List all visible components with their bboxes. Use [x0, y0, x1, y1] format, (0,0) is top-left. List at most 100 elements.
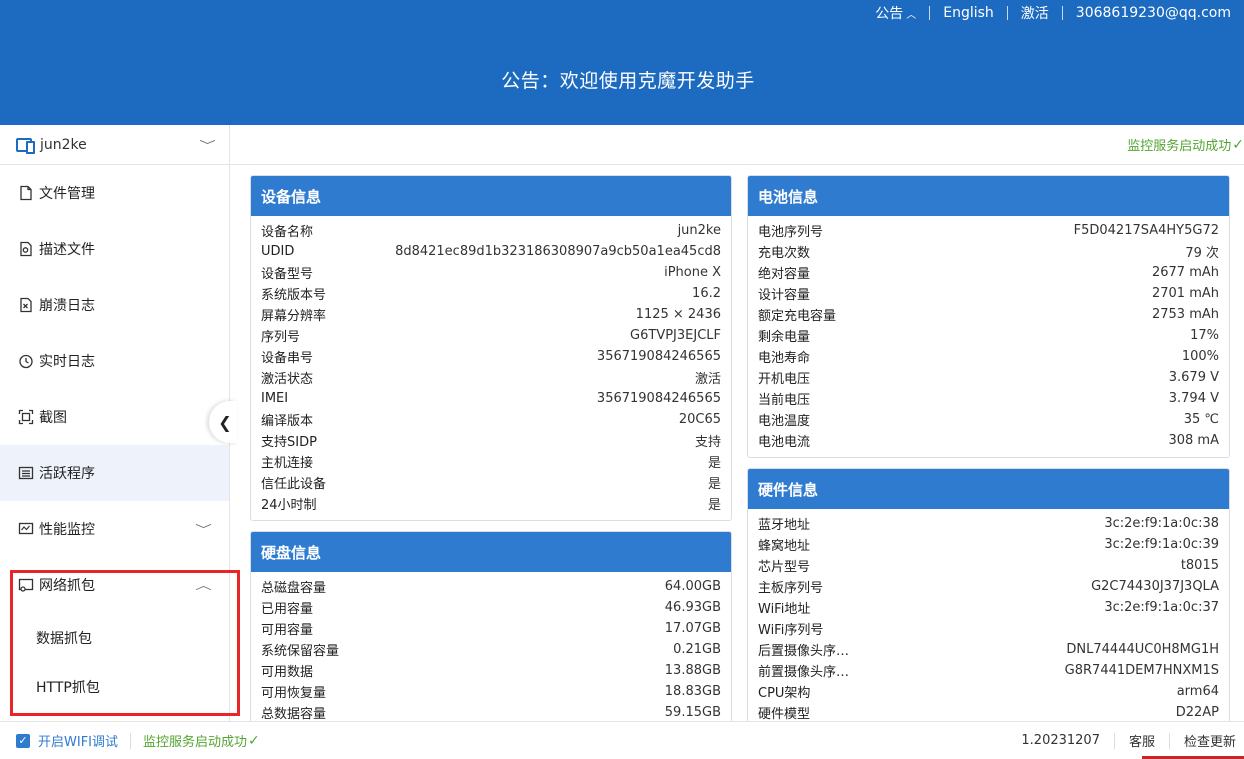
footer-bar: ✓ 开启WIFI调试 监控服务启动成功 ✓ 1.20231207 客服 检查更新 [0, 721, 1244, 759]
devices-icon [16, 137, 35, 154]
check-update-link[interactable]: 检查更新 [1184, 731, 1236, 750]
info-row: 绝对容量 2677 mAh [758, 262, 1219, 283]
info-key: 绝对容量 [758, 267, 811, 282]
info-value: 59.15GB [664, 705, 721, 720]
sidebar-item-label: 活跃程序 [39, 466, 95, 482]
info-value: 激活 [694, 372, 721, 387]
battery-info-panel: 电池信息 电池序列号 F5D04217SA4HY5G72 充电次数 79 次绝对容量 2… [747, 175, 1230, 458]
footer-divider [130, 732, 131, 749]
language-link[interactable]: English [930, 5, 1007, 21]
service-status: 监控服务启动成功 [1127, 139, 1232, 154]
info-value: 是 [707, 477, 721, 492]
main-content: 监控服务启动成功 ✓ 设备信息 设备名称 jun2ke UDID 8d8421ec89… [230, 125, 1244, 731]
top-header: 公告 ︿ English 激活 3068619230@qq.com 公告：欢迎使用… [0, 0, 1244, 125]
sidebar-subitem-data-capture[interactable]: 数据抓包 [0, 613, 229, 662]
info-row: 充电次数 79 次 [758, 241, 1219, 262]
info-row: WiFi地址 3c:2e:f9:1a:0c:37 [758, 597, 1219, 618]
info-key: 后置摄像头序… [758, 644, 850, 659]
info-row: 蓝牙地址 3c:2e:f9:1a:0c:38 [758, 513, 1219, 534]
sidebar: jun2ke ﹀ 文件管理 描述文件 崩溃日志 实时日志 截图 活跃程序 性能监… [0, 125, 230, 721]
version-label: 1.20231207 [1021, 733, 1100, 748]
sidebar-item-active-apps[interactable]: 活跃程序 [0, 445, 229, 501]
info-row: 24小时制 是 [261, 493, 721, 514]
battery-info-rows: 电池序列号 F5D04217SA4HY5G72 充电次数 79 次绝对容量 2677 m… [748, 216, 1229, 451]
info-row: 芯片型号 t8015 [758, 555, 1219, 576]
clock-icon [18, 353, 34, 369]
chevron-left-icon: ❮ [218, 412, 232, 432]
info-value: 356719084246565 [596, 391, 721, 406]
info-value: 1125 × 2436 [635, 307, 721, 322]
info-row: 主机连接 是 [261, 451, 721, 472]
info-key: 序列号 [261, 330, 301, 345]
info-key: CPU架构 [758, 686, 811, 701]
device-info-panel: 设备信息 设备名称 jun2ke UDID 8d8421ec89d1b32318630… [250, 175, 732, 521]
hardware-info-rows: 蓝牙地址 3c:2e:f9:1a:0c:38 蜂窝地址 3c:2e:f9:1a:0c:… [748, 509, 1229, 723]
sidebar-item-network-capture[interactable]: 网络抓包 ︿ [0, 557, 229, 613]
activate-link[interactable]: 激活 [1008, 3, 1062, 23]
footer-right: 1.20231207 客服 检查更新 [1021, 731, 1244, 750]
info-row: 屏幕分辨率 1125 × 2436 [261, 304, 721, 325]
device-selector[interactable]: jun2ke ﹀ [0, 125, 229, 165]
device-info-rows: 设备名称 jun2ke UDID 8d8421ec89d1b323186308907a… [251, 216, 731, 514]
info-key: 24小时制 [261, 498, 317, 513]
chevron-up-icon: ︿ [906, 10, 917, 21]
info-row: 设计容量 2701 mAh [758, 283, 1219, 304]
status-bar: 监控服务启动成功 ✓ [230, 125, 1244, 165]
info-key: 已用容量 [261, 602, 314, 617]
announcement-menu[interactable]: 公告 ︿ [862, 3, 929, 23]
screenshot-icon [18, 409, 34, 425]
info-row: 可用数据 13.88GB [261, 660, 721, 681]
info-value: D22AP [1175, 705, 1219, 720]
info-key: WiFi地址 [758, 602, 811, 617]
info-key: 充电次数 [758, 246, 811, 261]
chevron-down-icon: ﹀ [195, 523, 212, 536]
check-icon: ✓ [1232, 136, 1244, 153]
wifi-debug-label[interactable]: 开启WIFI调试 [38, 731, 118, 750]
info-key: 电池温度 [758, 414, 811, 429]
info-value: arm64 [1176, 684, 1219, 699]
info-row: 主板序列号 G2C74430J37J3QLA [758, 576, 1219, 597]
info-row: IMEI 356719084246565 [261, 388, 721, 409]
info-value: 20C65 [678, 412, 721, 427]
info-key: 信任此设备 [261, 477, 327, 492]
wifi-debug-checkbox[interactable]: ✓ [16, 733, 30, 748]
info-key: IMEI [261, 391, 289, 406]
sidebar-item-performance[interactable]: 性能监控 ﹀ [0, 501, 229, 557]
info-key: 开机电压 [758, 372, 811, 387]
sidebar-item-profiles[interactable]: 描述文件 [0, 221, 229, 277]
support-link[interactable]: 客服 [1129, 731, 1155, 750]
chevron-down-icon: ﹀ [199, 138, 216, 152]
panel-title: 硬盘信息 [251, 532, 731, 572]
disk-info-rows: 总磁盘容量 64.00GB 已用容量 46.93GB 可用容量 17.07GB 系统保留容量… [251, 572, 731, 723]
info-key: 可用容量 [261, 623, 314, 638]
info-key: 电池序列号 [758, 225, 824, 240]
info-key: 主机连接 [261, 456, 314, 471]
info-value: 35 ℃ [1183, 412, 1219, 427]
panel-title: 电池信息 [748, 176, 1229, 216]
sidebar-subitem-http-capture[interactable]: HTTP抓包 [0, 662, 229, 711]
info-row: 蜂窝地址 3c:2e:f9:1a:0c:39 [758, 534, 1219, 555]
info-row: 总磁盘容量 64.00GB [261, 576, 721, 597]
panel-title: 硬件信息 [748, 469, 1229, 509]
info-row: 编译版本 20C65 [261, 409, 721, 430]
info-key: 设备名称 [261, 225, 314, 240]
info-key: 屏幕分辨率 [261, 309, 327, 324]
list-icon [18, 465, 34, 481]
sidebar-item-file-manager[interactable]: 文件管理 [0, 165, 229, 221]
info-key: 编译版本 [261, 414, 314, 429]
info-row: 设备名称 jun2ke [261, 220, 721, 241]
info-value: 是 [707, 456, 721, 471]
footer-divider [1113, 732, 1115, 749]
info-value: 0.21GB [673, 642, 721, 657]
info-value: G2C74430J37J3QLA [1091, 579, 1219, 594]
sidebar-item-crash-logs[interactable]: 崩溃日志 [0, 277, 229, 333]
disk-info-panel: 硬盘信息 总磁盘容量 64.00GB 已用容量 46.93GB 可用容量 17.07GB 系… [250, 531, 732, 731]
monitor-chart-icon [18, 521, 34, 537]
info-key: 蜂窝地址 [758, 539, 811, 554]
info-value: F5D04217SA4HY5G72 [1073, 223, 1219, 238]
info-key: 可用恢复量 [261, 686, 327, 701]
sidebar-item-screenshot[interactable]: 截图 [0, 389, 229, 445]
info-row: 设备型号 iPhone X [261, 262, 721, 283]
account-link[interactable]: 3068619230@qq.com [1063, 5, 1244, 21]
sidebar-item-realtime-logs[interactable]: 实时日志 [0, 333, 229, 389]
